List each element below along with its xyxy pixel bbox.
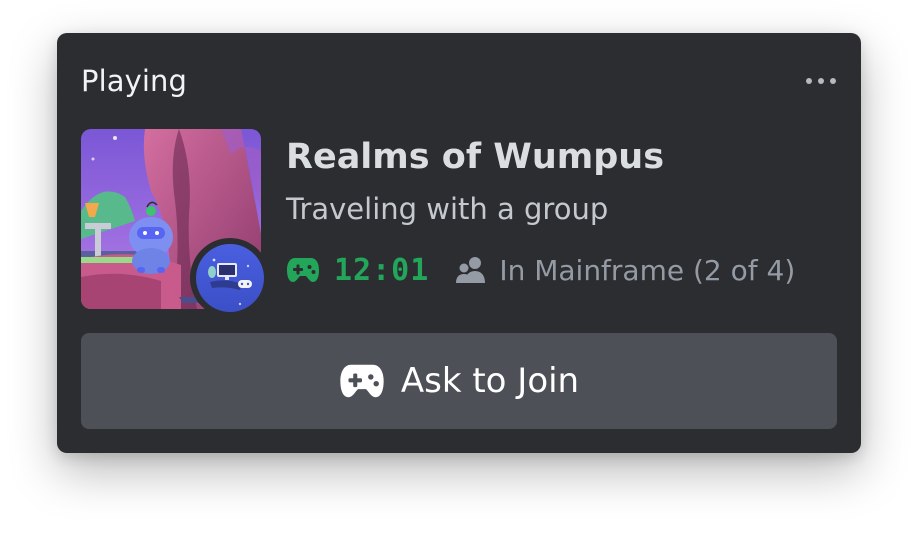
gamepad-icon bbox=[339, 362, 385, 400]
party-members-icon bbox=[455, 256, 487, 284]
more-options-button[interactable] bbox=[803, 65, 839, 97]
more-dot-icon bbox=[818, 78, 824, 84]
elapsed-timer: 12:01 bbox=[334, 252, 430, 288]
activity-meta-row: 12:01 In Mainframe (2 of 4) bbox=[286, 248, 795, 292]
game-title: Realms of Wumpus bbox=[286, 137, 665, 177]
more-dot-icon bbox=[806, 78, 812, 84]
gamepad-icon bbox=[286, 256, 320, 284]
game-state-text: Traveling with a group bbox=[286, 192, 609, 226]
more-dot-icon bbox=[830, 78, 836, 84]
party-status-text: In Mainframe (2 of 4) bbox=[499, 253, 796, 287]
activity-header-label: Playing bbox=[81, 64, 188, 98]
ask-to-join-label: Ask to Join bbox=[400, 361, 580, 401]
ask-to-join-button[interactable]: Ask to Join bbox=[81, 333, 837, 429]
activity-card: Playing Realms of Wumpus Traveling with … bbox=[57, 33, 861, 453]
game-status-badge bbox=[190, 238, 270, 318]
